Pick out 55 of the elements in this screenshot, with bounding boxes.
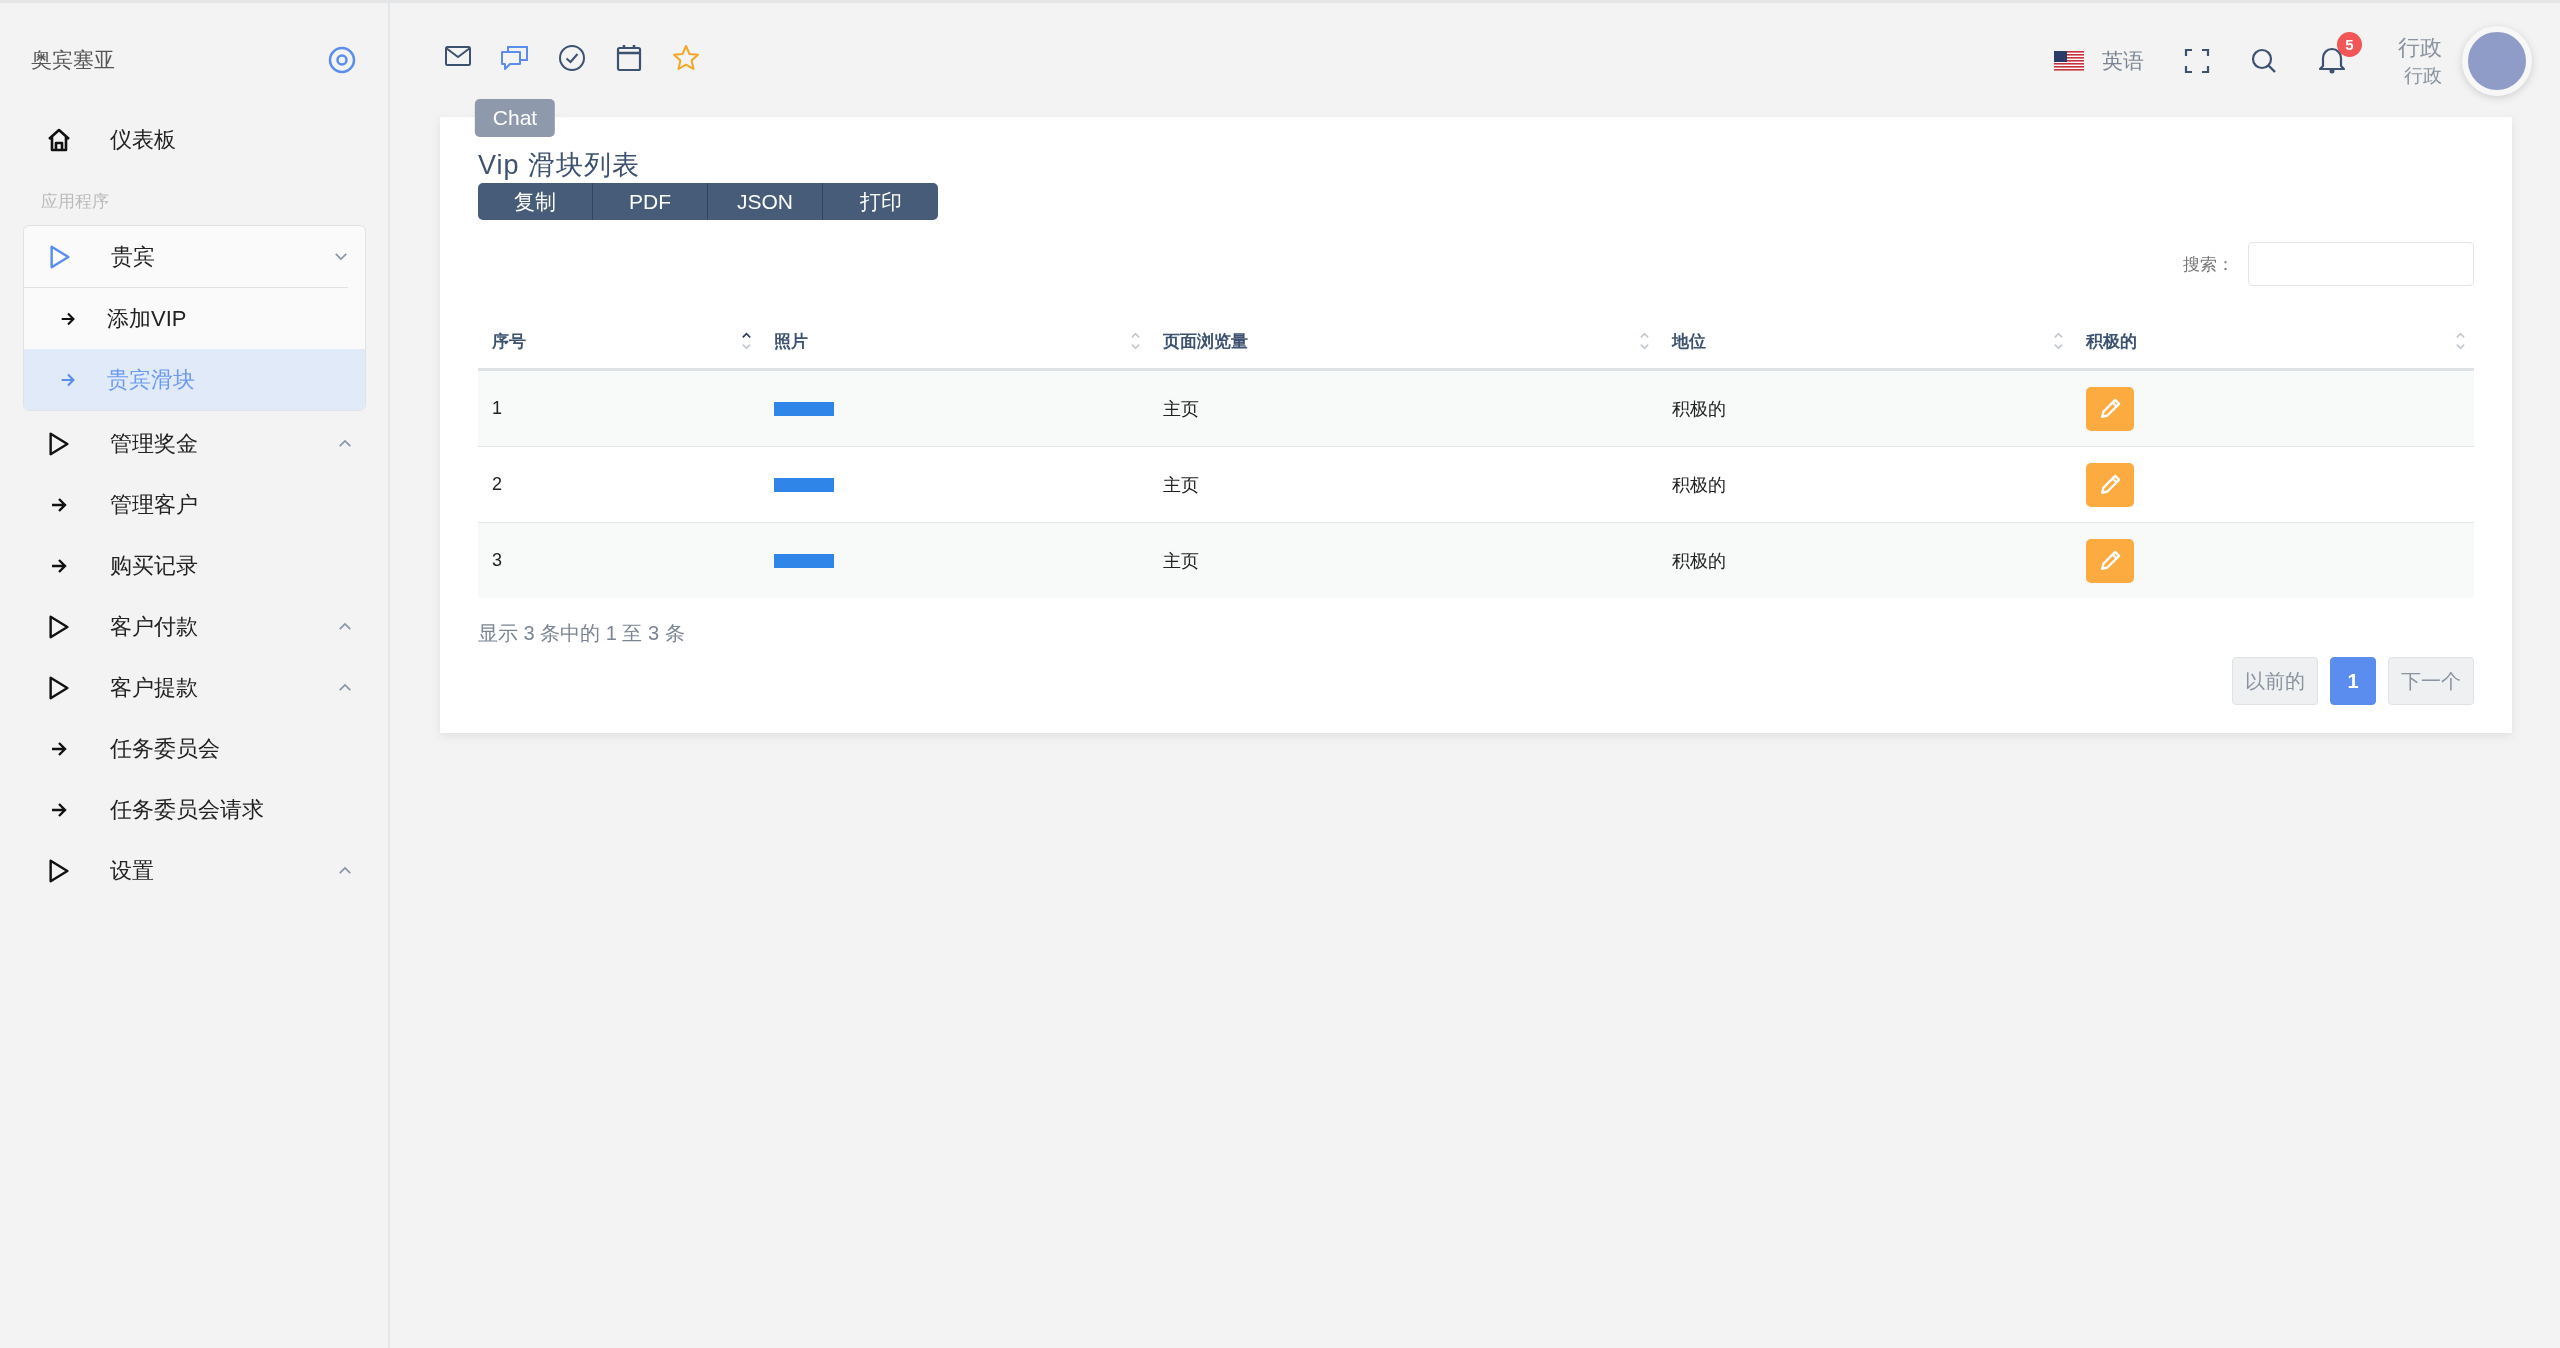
photo-placeholder [774, 401, 834, 416]
mail-icon[interactable] [444, 44, 472, 68]
dashboard-menu-item[interactable]: 仪表板 [23, 109, 366, 170]
table-cell: 积极的 [1658, 446, 2072, 523]
search-field[interactable] [2248, 242, 2474, 286]
edit-button[interactable] [2086, 538, 2134, 583]
export-button[interactable]: PDF [593, 183, 708, 220]
submenu-item[interactable]: 添加VIP [24, 288, 365, 349]
chat-icon[interactable] [500, 44, 530, 72]
menu-item[interactable]: 任务委员会 [23, 718, 366, 779]
export-button[interactable]: 打印 [823, 183, 938, 220]
fullscreen-icon[interactable] [2184, 48, 2210, 74]
table-cell: 积极的 [1658, 369, 2072, 447]
card-title: Vip 滑块列表 [478, 149, 642, 182]
menu-group-item[interactable]: 客户提款 [23, 657, 366, 718]
table-info: 显示 3 条中的 1 至 3 条 [478, 621, 686, 646]
chevron-down-icon [334, 252, 348, 261]
menu-group-item[interactable]: 客户付款 [23, 596, 366, 657]
chevron-up-icon [338, 622, 352, 631]
menu-group-item[interactable]: 设置 [23, 840, 366, 901]
edit-button[interactable] [2086, 462, 2134, 507]
table-cell: 主页 [1149, 369, 1658, 447]
sidebar-toggle-icon[interactable] [328, 46, 356, 74]
table-cell: 主页 [1149, 446, 1658, 523]
tooltip: Chat [474, 99, 556, 137]
table-cell: 积极的 [1658, 522, 2072, 598]
menu-group-item[interactable]: 管理奖金 [23, 413, 366, 474]
star-icon[interactable] [672, 44, 700, 72]
menu-item[interactable]: 管理客户 [23, 474, 366, 535]
edit-button[interactable] [2086, 386, 2134, 431]
table-cell: 主页 [1149, 522, 1658, 598]
photo-placeholder [774, 477, 834, 492]
chevron-up-icon [338, 683, 352, 692]
table-cell: 1 [478, 369, 760, 447]
brand-name: 奥宾塞亚 [31, 47, 115, 73]
chevron-up-icon [338, 866, 352, 875]
photo-placeholder [774, 553, 834, 568]
export-button[interactable]: 复制 [478, 183, 593, 220]
section-label: 应用程序 [40, 191, 110, 213]
user-role: 行政 [2404, 64, 2442, 88]
table-cell: 3 [478, 522, 760, 598]
search-icon[interactable] [2250, 47, 2278, 75]
menu-item[interactable]: 购买记录 [23, 535, 366, 596]
calendar-icon[interactable] [616, 44, 642, 72]
table-cell: 2 [478, 446, 760, 523]
flag-icon [2054, 51, 2084, 71]
menu-item[interactable]: 任务委员会请求 [23, 779, 366, 840]
notification-badge: 5 [2337, 32, 2362, 57]
search-label: 搜索： [2183, 253, 2234, 276]
chevron-up-icon [338, 439, 352, 448]
avatar[interactable] [2462, 26, 2532, 96]
check-circle-icon[interactable] [558, 44, 586, 72]
user-name: 行政 [2398, 34, 2442, 62]
export-button[interactable]: JSON [708, 183, 823, 220]
menu-group-item[interactable]: 贵宾 [24, 226, 348, 288]
